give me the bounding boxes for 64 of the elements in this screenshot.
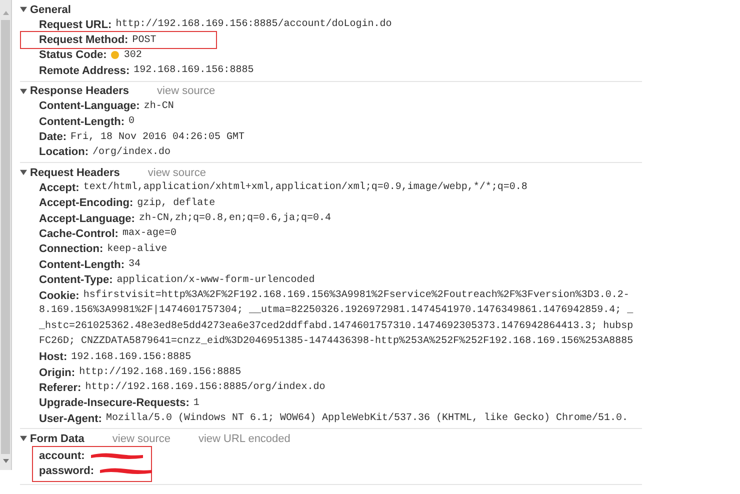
scrollbar-thumb[interactable]	[1, 20, 10, 454]
header-value: 192.168.169.156:8885	[71, 352, 192, 363]
redaction-mark	[98, 466, 154, 476]
view-link[interactable]: view source	[148, 166, 206, 179]
redaction-mark	[88, 451, 145, 462]
header-name: Origin:	[39, 366, 76, 378]
header-name: Accept-Encoding:	[39, 197, 134, 210]
header-value: 0	[128, 116, 135, 128]
header-name: Host:	[39, 351, 68, 364]
header-value: Mozilla/5.0 (Windows NT 6.1; WOW64) AppleWebKit/537.36 (KHTML, like Gecko) Chrome/51.0.	[106, 413, 628, 424]
header-value: 1	[193, 398, 200, 409]
section-title[interactable]: General	[30, 4, 71, 16]
header-name: Request Method:	[39, 34, 128, 46]
expanded-triangle-icon[interactable]	[20, 6, 27, 13]
expanded-triangle-icon[interactable]	[20, 435, 27, 442]
header-name: Upgrade-Insecure-Requests:	[39, 397, 190, 410]
header-name: Content-Type:	[39, 274, 113, 286]
header-value: gzip, deflate	[137, 198, 216, 209]
header-value: _hstc=261025362.48e3ed8e5dd4273ea6e37ced2ddffabd.1474601757310.1474692305373.1476942864413.3; hubsp	[39, 320, 634, 332]
header-value: max-age=0	[122, 228, 176, 240]
header-value: Fri, 18 Nov 2016 04:26:05 GMT	[70, 132, 245, 143]
header-value: http://192.168.169.156:8885	[79, 367, 242, 378]
header-name: password:	[39, 465, 94, 478]
header-value: zh-CN,zh;q=0.8,en;q=0.6,ja;q=0.4	[138, 213, 331, 224]
view-link[interactable]: view URL encoded	[198, 432, 290, 445]
header-value: http://192.168.169.156:8885/account/doLogin.do	[116, 19, 392, 30]
header-value: application/x-www-form-urlencoded	[116, 274, 315, 286]
header-value: 34	[128, 259, 141, 270]
header-name: Status Code:	[39, 49, 107, 62]
section-title[interactable]: Form Data	[30, 432, 84, 445]
view-link[interactable]: view source	[157, 85, 216, 98]
header-value: hsfirstvisit=http%3A%2F%2F192.168.169.156%3A9981%2Fservice%2Foutreach%2F%3Fversion%3D3.0.2-	[83, 290, 630, 302]
header-name: Request URL:	[39, 18, 112, 31]
header-name: Content-Length:	[39, 116, 125, 128]
header-value: /org/index.do	[92, 146, 171, 158]
header-name: account:	[39, 450, 85, 462]
header-name: Remote Address:	[39, 64, 130, 77]
header-value: FC26D; CNZZDATA5879641=cnzz_eid%3D2046951385-1474436398-http%253A%252F%252F192.168.169.156%253A8885	[39, 336, 634, 348]
header-name: Content-Length:	[39, 258, 125, 271]
scrollbar[interactable]	[0, 0, 12, 470]
header-name: Accept:	[39, 182, 80, 194]
header-name: User-Agent:	[39, 412, 102, 425]
expanded-triangle-icon[interactable]	[20, 169, 27, 176]
header-name: Location:	[39, 146, 88, 158]
section-title[interactable]: Request Headers	[30, 166, 120, 179]
expanded-triangle-icon[interactable]	[20, 88, 27, 95]
header-name: Date:	[39, 131, 67, 144]
header-name: Content-Language:	[39, 100, 140, 112]
header-value: text/html,application/xhtml+xml,application/xml;q=0.9,image/webp,*/*;q=0.8	[83, 182, 528, 194]
scroll-down-icon[interactable]	[2, 458, 10, 464]
header-value: zh-CN	[144, 100, 174, 112]
header-value: 302	[124, 50, 142, 61]
header-value: POST	[132, 34, 156, 46]
header-name: Referer:	[39, 382, 82, 394]
header-name: Connection:	[39, 243, 104, 256]
header-name: Cookie:	[39, 290, 80, 302]
header-value: 8.169.156%3A9981%2F|1474601757304; __utma=82250326.1926972981.1474541970.1476349861.1476942859.4; _	[39, 305, 634, 316]
view-link[interactable]: view source	[112, 432, 170, 445]
header-name: Accept-Language:	[39, 212, 135, 225]
header-name: Cache-Control:	[39, 228, 118, 240]
section-title[interactable]: Response Headers	[30, 85, 130, 98]
header-value: http://192.168.169.156:8885/org/index.do	[85, 382, 326, 394]
header-value: keep-alive	[107, 244, 168, 255]
header-value: 192.168.169.156:8885	[134, 65, 254, 76]
